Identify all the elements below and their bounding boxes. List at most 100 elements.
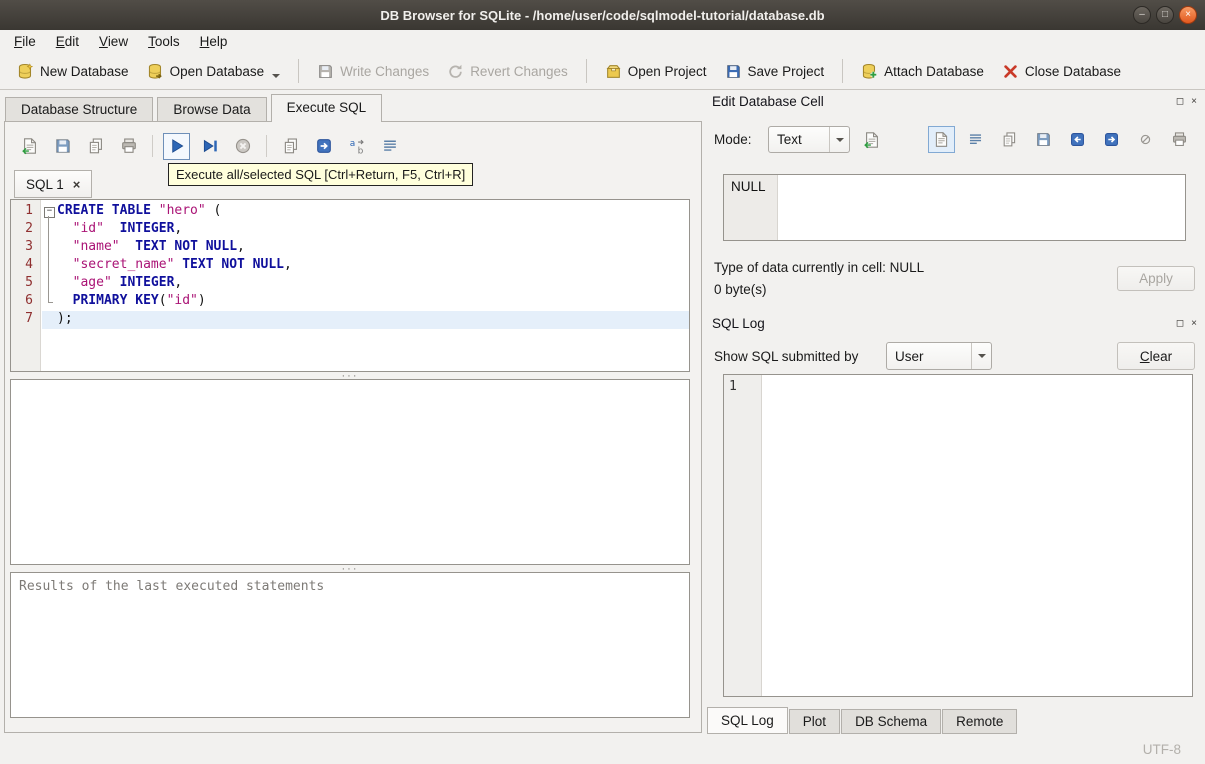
minimize-button[interactable]: – [1133,6,1151,24]
new-database-icon [17,62,34,80]
sql-editor[interactable]: 1234567 CREATE TABLE "hero" ( "id" INTEG… [10,199,690,372]
copy-cell-button[interactable] [996,126,1023,153]
open-database-button[interactable]: Open Database [138,58,290,85]
sql-toolbar-separator [152,135,153,157]
print-cell-button[interactable] [1166,126,1193,153]
close-database-button[interactable]: Close Database [993,58,1130,85]
save-file-icon [1035,131,1052,148]
svg-text:a: a [349,139,355,149]
sql-log-title: SQL Log [712,316,765,331]
dock-close-icon[interactable]: × [1191,96,1197,107]
tab-browse-data[interactable]: Browse Data [157,97,267,122]
duplicate-tab-button[interactable] [277,133,304,160]
open-database-dropdown-icon[interactable] [272,74,281,78]
tab-sql-log[interactable]: SQL Log [707,707,788,734]
mode-label: Mode: [714,132,752,147]
fold-marker-icon[interactable] [42,203,57,221]
menu-file[interactable]: File [4,32,46,51]
export-results-button[interactable] [310,133,337,160]
open-project-icon [605,63,622,80]
dock-float-icon[interactable]: ◻ [1176,96,1184,107]
execute-all-icon [168,137,186,155]
set-null-button[interactable] [1132,126,1159,153]
mode-combobox[interactable]: Text [768,126,850,153]
tab-db-schema[interactable]: DB Schema [841,709,942,734]
open-project-button[interactable]: Open Project [596,58,716,85]
tab-database-structure[interactable]: Database Structure [5,97,154,122]
sql-toolbar-separator [266,135,267,157]
save-project-button[interactable]: Save Project [716,58,834,85]
menu-help[interactable]: Help [190,32,238,51]
cell-size-info: 0 byte(s) [714,282,767,297]
export-cell-button[interactable] [1098,126,1125,153]
main-tab-bar: Database Structure Browse Data Execute S… [5,94,383,122]
dock-tab-bar: SQL Log Plot DB Schema Remote [707,707,1018,734]
code-line[interactable]: "name" TEXT NOT NULL, [42,239,689,257]
new-database-button[interactable]: New Database [8,58,138,85]
window-title: DB Browser for SQLite - /home/user/code/… [380,7,825,23]
text-mode-button[interactable] [928,126,955,153]
apply-button[interactable]: Apply [1117,266,1195,291]
code-line[interactable]: ); [42,311,689,329]
menu-edit[interactable]: Edit [46,32,89,51]
tab-plot[interactable]: Plot [788,709,841,734]
edit-cell-dock-controls: ◻ × [1176,96,1197,107]
open-sql-file-button[interactable] [16,133,43,160]
results-message-area[interactable]: Results of the last executed statements [10,572,690,718]
stop-execution-button[interactable] [229,133,256,160]
sql-log-view[interactable]: 1 [723,374,1193,697]
save-cell-button[interactable] [1030,126,1057,153]
set-null-icon [1140,134,1151,145]
execute-current-line-button[interactable] [196,133,223,160]
sql-tab-close-icon[interactable]: × [73,177,81,192]
log-filter-value: User [895,348,924,364]
minimize-icon: – [1139,9,1145,20]
titlebar[interactable]: DB Browser for SQLite - /home/user/code/… [0,0,1205,30]
editor-code[interactable]: CREATE TABLE "hero" ( "id" INTEGER, "nam… [42,203,689,329]
code-line[interactable]: PRIMARY KEY("id") [42,293,689,311]
save-project-icon [725,63,742,80]
import-text-button[interactable] [858,126,885,153]
print-sql-button[interactable] [115,133,142,160]
clear-log-button[interactable]: Clear [1117,342,1195,370]
toolbar-separator [585,59,587,83]
cell-value-editor[interactable]: NULL [723,174,1186,241]
close-window-button[interactable]: × [1179,6,1197,24]
code-line[interactable]: "secret_name" TEXT NOT NULL, [42,257,689,275]
save-sql-file-button[interactable] [49,133,76,160]
editor-line-numbers: 1234567 [11,200,41,371]
log-line-numbers [724,375,762,696]
code-line[interactable]: "age" INTEGER, [42,275,689,293]
sql-document-tab[interactable]: SQL 1 × [14,170,93,198]
dock-close-icon[interactable]: × [1191,318,1197,329]
import-cell-button[interactable] [1064,126,1091,153]
log-filter-combobox[interactable]: User [886,342,992,370]
menu-tools[interactable]: Tools [138,32,190,51]
word-wrap-button[interactable] [962,126,989,153]
save-sql-as-button[interactable] [82,133,109,160]
code-line[interactable]: CREATE TABLE "hero" ( [42,203,689,221]
save-sql-file-icon [54,137,72,155]
execute-all-button[interactable] [163,132,190,160]
format-sql-icon [381,137,399,155]
splitter-handle[interactable]: ··· [10,563,690,575]
attach-database-button[interactable]: Attach Database [852,58,993,85]
maximize-button[interactable]: □ [1156,6,1174,24]
code-line[interactable]: "id" INTEGER, [42,221,689,239]
import-text-icon [863,131,881,148]
tab-remote[interactable]: Remote [942,709,1018,734]
fold-guide [42,293,57,311]
sql-log-dock-controls: ◻ × [1176,318,1197,329]
main-toolbar: New Database Open Database Write Changes… [0,53,1205,90]
splitter-handle[interactable]: ··· [10,370,690,382]
format-sql-button[interactable] [376,133,403,160]
execute-current-line-icon [201,137,219,155]
tab-execute-sql[interactable]: Execute SQL [270,94,383,122]
menu-view[interactable]: View [89,32,138,51]
write-changes-button[interactable]: Write Changes [308,58,438,85]
dock-float-icon[interactable]: ◻ [1176,318,1184,329]
revert-changes-button[interactable]: Revert Changes [438,58,577,85]
combobox-arrow-zone [829,127,849,152]
find-replace-button[interactable]: ab [343,133,370,160]
results-grid[interactable] [10,379,690,565]
